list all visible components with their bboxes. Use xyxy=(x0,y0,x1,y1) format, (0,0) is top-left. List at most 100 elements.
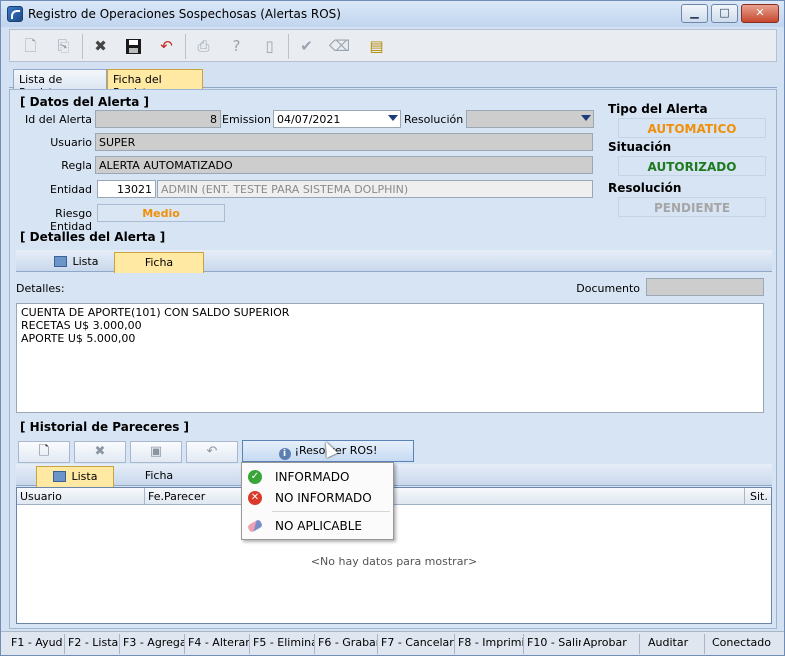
tab-historial-lista-label: Lista xyxy=(71,470,98,483)
status-f3[interactable]: F3 - Agrega xyxy=(123,636,185,649)
status-f7[interactable]: F7 - Cancelar xyxy=(381,636,455,649)
notes-icon[interactable]: ▤ xyxy=(362,33,391,60)
check-icon[interactable]: ✔ xyxy=(292,33,321,60)
resolucion-status-label: Resolución xyxy=(608,181,682,195)
print-icon[interactable]: ⎙ xyxy=(189,33,218,60)
resolucion-select[interactable] xyxy=(466,110,594,128)
info-icon: i xyxy=(278,448,291,460)
situacion-label: Situación xyxy=(608,140,672,154)
status-conectado: Conectado xyxy=(712,636,771,649)
grid-header: Usuario Fe.Parecer Sit. xyxy=(17,488,771,505)
regla-field[interactable]: ALERTA AUTOMATIZADO xyxy=(95,156,593,174)
list-icon xyxy=(53,256,67,267)
resolve-popup-menu: ✓ INFORMADO ✕ NO INFORMADO NO APLICABLE xyxy=(241,462,394,540)
status-bar: F1 - Ayud F2 - Lista F3 - Agrega F4 - Al… xyxy=(1,631,784,655)
menu-item-informado[interactable]: ✓ INFORMADO xyxy=(242,467,393,487)
documento-field[interactable] xyxy=(646,278,764,296)
status-f2[interactable]: F2 - Lista xyxy=(68,636,120,649)
historial-title: [ Historial de Pareceres ] xyxy=(20,420,190,434)
tab-detalles-ficha[interactable]: Ficha xyxy=(114,252,204,273)
chevron-down-icon xyxy=(388,115,398,121)
detalles-textarea[interactable]: CUENTA DE APORTE(101) CON SALDO SUPERIOR… xyxy=(16,303,764,413)
tipo-alerta-label: Tipo del Alerta xyxy=(608,102,708,116)
menu-item-no-informado-label: NO INFORMADO xyxy=(275,491,372,505)
title-bar: Registro de Operaciones Sospechosas (Ale… xyxy=(1,1,784,27)
delete-parecer-button[interactable]: ✖ xyxy=(74,441,126,463)
usuario-label: Usuario xyxy=(50,136,92,149)
copy-icon[interactable]: ⎘ xyxy=(49,33,78,60)
detalles-title: [ Detalles del Alerta ] xyxy=(20,230,166,244)
tab-ficha-del-registro[interactable]: Ficha del Registro xyxy=(107,69,203,99)
tipo-alerta-value: AUTOMATICO xyxy=(618,118,766,138)
tipo-alerta-box: Tipo del Alerta AUTOMATICO xyxy=(608,102,774,138)
error-circle-icon: ✕ xyxy=(248,491,262,505)
riesgo-value: Medio xyxy=(97,204,225,222)
emission-date-value: 04/07/2021 xyxy=(277,113,341,126)
door-icon[interactable]: ▯ xyxy=(255,33,284,60)
undo-parecer-button[interactable]: ↶ xyxy=(186,441,238,463)
menu-item-no-aplicable-label: NO APLICABLE xyxy=(275,519,362,533)
main-tab-strip: Lista de Registros Ficha del Registro xyxy=(9,68,777,99)
resolucion-label: Resolución xyxy=(404,113,464,126)
new-icon[interactable]: 🗋 xyxy=(16,33,45,60)
check-circle-icon: ✓ xyxy=(248,470,262,484)
detalles-label: Detalles: xyxy=(16,282,65,295)
emission-date-select[interactable]: 04/07/2021 xyxy=(273,110,401,128)
menu-item-informado-label: INFORMADO xyxy=(275,470,350,484)
id-alerta-label: Id del Alerta xyxy=(25,113,92,126)
close-button[interactable]: ✕ xyxy=(741,4,779,23)
tab-detalles-lista-label: Lista xyxy=(72,255,99,268)
entidad-code-field[interactable]: 13021 xyxy=(97,180,156,198)
grid-empty-message: <No hay datos para mostrar> xyxy=(310,555,478,568)
emission-label: Emission xyxy=(222,113,271,126)
save-parecer-button[interactable]: ▣ xyxy=(130,441,182,463)
historial-toolbar: 🗋 ✖ ▣ ↶ i ¡Resolver ROS! xyxy=(16,440,772,464)
save-icon[interactable] xyxy=(119,33,148,60)
eraser-icon[interactable]: ⌫ xyxy=(325,33,354,60)
toolbar: 🗋 ⎘ ✖ ↶ ⎙ ? ▯ ✔ ⌫ ▤ xyxy=(9,29,777,62)
resolucion-status-value: PENDIENTE xyxy=(618,197,766,217)
id-alerta-field[interactable]: 8 xyxy=(95,110,221,128)
status-f1[interactable]: F1 - Ayud xyxy=(11,636,65,649)
status-f6[interactable]: F6 - Grabar xyxy=(318,636,378,649)
menu-item-no-aplicable[interactable]: NO APLICABLE xyxy=(242,516,393,536)
resolucion-status-box: Resolución PENDIENTE xyxy=(608,181,774,217)
documento-label: Documento xyxy=(576,282,640,295)
entidad-name-field: ADMIN (ENT. TESTE PARA SISTEMA DOLPHIN) xyxy=(157,180,593,198)
entidad-label: Entidad xyxy=(50,183,92,196)
app-icon xyxy=(7,6,23,22)
column-sit[interactable]: Sit. xyxy=(750,490,768,503)
status-auditar[interactable]: Auditar xyxy=(648,636,698,649)
window-title: Registro de Operaciones Sospechosas (Ale… xyxy=(28,7,341,21)
situacion-box: Situación AUTORIZADO xyxy=(608,140,774,176)
status-aprobar[interactable]: Aprobar xyxy=(583,636,633,649)
eraser-icon xyxy=(246,519,264,533)
tab-lista-de-registros[interactable]: Lista de Registros xyxy=(13,69,107,99)
status-f8[interactable]: F8 - Imprimi xyxy=(458,636,524,649)
tab-historial-lista[interactable]: Lista xyxy=(36,466,114,487)
delete-icon[interactable]: ✖ xyxy=(86,33,115,60)
column-usuario[interactable]: Usuario xyxy=(20,490,62,503)
status-f5[interactable]: F5 - Elimina xyxy=(253,636,315,649)
main-window: Registro de Operaciones Sospechosas (Ale… xyxy=(0,0,785,656)
regla-label: Regla xyxy=(61,159,92,172)
minimize-button[interactable]: ▁ xyxy=(681,4,708,23)
usuario-field[interactable]: SUPER xyxy=(95,133,593,151)
maximize-button[interactable]: □ xyxy=(711,4,738,23)
situacion-value: AUTORIZADO xyxy=(618,156,766,176)
column-fe-parecer[interactable]: Fe.Parecer xyxy=(148,490,205,503)
menu-item-no-informado[interactable]: ✕ NO INFORMADO xyxy=(242,488,393,508)
detalles-tab-strip: Lista Ficha xyxy=(16,250,772,273)
datos-alerta-title: [ Datos del Alerta ] xyxy=(20,95,149,109)
tab-historial-ficha[interactable]: Ficha xyxy=(124,466,194,487)
menu-separator xyxy=(272,511,390,512)
chevron-down-icon xyxy=(581,115,591,121)
historial-grid[interactable]: Usuario Fe.Parecer Sit. <No hay datos pa… xyxy=(16,487,772,624)
help-icon[interactable]: ? xyxy=(222,33,251,60)
undo-icon[interactable]: ↶ xyxy=(152,33,181,60)
status-f10[interactable]: F10 - Salir xyxy=(527,636,581,649)
new-parecer-button[interactable]: 🗋 xyxy=(18,441,70,463)
tab-detalles-lista[interactable]: Lista xyxy=(46,252,106,273)
status-f4[interactable]: F4 - Alterar xyxy=(188,636,249,649)
historial-tab-strip: Lista Ficha xyxy=(16,464,772,487)
